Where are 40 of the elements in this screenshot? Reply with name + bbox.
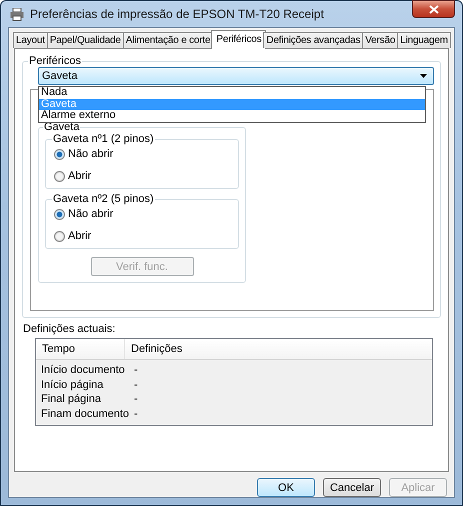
peripheral-dropdown[interactable]: Gaveta [38, 67, 434, 85]
tab[interactable]: Linguagem [397, 32, 451, 48]
tab[interactable]: Papel/Qualidade [46, 32, 124, 48]
option-label: Abrir [68, 170, 92, 182]
radio-button[interactable] [54, 170, 65, 182]
dropdown-option[interactable]: Alarme externo [39, 110, 425, 122]
section-label: Definições actuais: [23, 323, 116, 335]
table-cell-text: - [133, 406, 139, 421]
table-cell-text: Finam documento [40, 406, 129, 421]
table-cell-text: - [133, 392, 139, 406]
tab[interactable]: Periféricos [211, 30, 266, 49]
tab[interactable]: Layout [13, 32, 48, 48]
column-header[interactable]: Tempo [36, 339, 125, 359]
tab[interactable]: Definições avançadas [263, 32, 364, 48]
table-cell-text: - [133, 363, 139, 378]
group-label: Periféricos [28, 55, 82, 67]
dialog-button[interactable]: OK [257, 478, 315, 497]
option-label: Não abrir [68, 148, 114, 160]
radio-button[interactable] [54, 230, 65, 242]
radio-button[interactable] [54, 148, 65, 160]
close-icon [428, 4, 438, 14]
tab[interactable]: Versão [362, 32, 398, 48]
table-cell-text: Final página [40, 392, 102, 406]
option-label: Abrir [68, 230, 92, 242]
option-label: Não abrir [68, 208, 114, 220]
dialog-button[interactable]: Cancelar [323, 478, 381, 497]
table-cell-text: Início página [40, 378, 104, 392]
dropdown-option[interactable]: Nada [39, 87, 425, 98]
window-title: Preferências de impressão de EPSON TM-T20 Receipt [30, 7, 325, 21]
caret-icon [420, 74, 427, 78]
close-button[interactable] [412, 0, 455, 18]
group-label: Gaveta nº1 (2 pinos) [52, 133, 155, 145]
table-cell-text: - [133, 378, 139, 392]
column-header[interactable]: Definições [125, 339, 432, 359]
group-label: Gaveta [43, 121, 80, 133]
radio-button[interactable] [54, 208, 65, 220]
tab[interactable]: Alimentação e corte [122, 32, 214, 48]
group-label: Gaveta nº2 (5 pinos) [52, 193, 155, 205]
table-cell-text: Início documento [40, 363, 126, 378]
printer-icon [10, 8, 24, 20]
